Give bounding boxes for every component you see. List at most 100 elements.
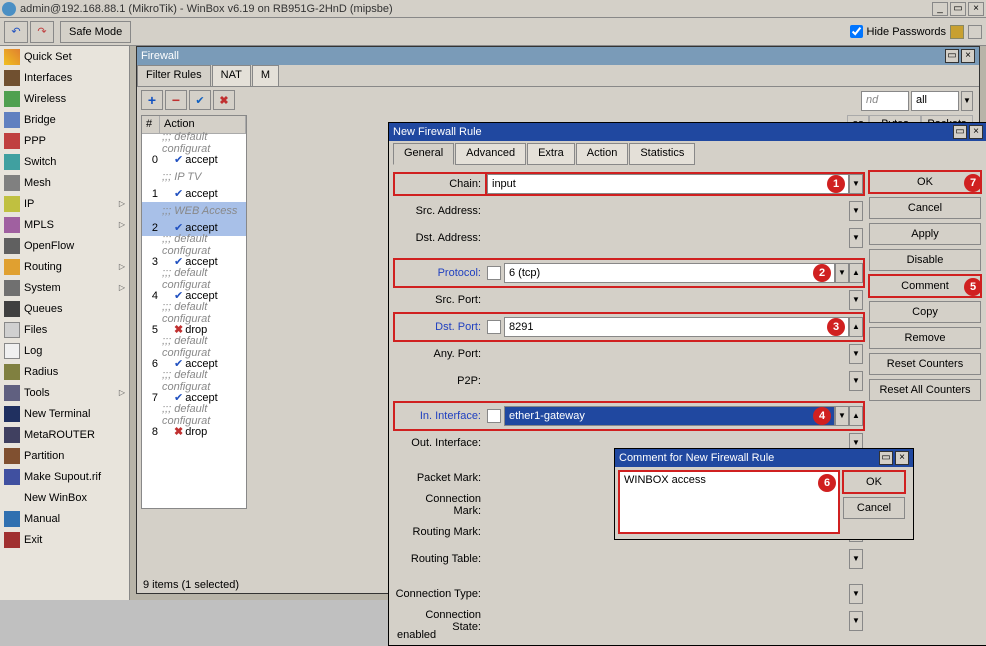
chain-input[interactable]: input (487, 174, 849, 194)
in-interface-neg-checkbox[interactable] (487, 409, 501, 423)
sidebar-item-label: New WinBox (24, 492, 87, 504)
sidebar-item-manual[interactable]: Manual (0, 508, 129, 529)
hide-passwords-checkbox[interactable] (850, 25, 863, 38)
sidebar-icon (4, 301, 20, 317)
nfr-tab-action[interactable]: Action (576, 143, 629, 165)
sidebar-item-new-winbox[interactable]: New WinBox (0, 487, 129, 508)
sidebar-item-metarouter[interactable]: MetaROUTER (0, 424, 129, 445)
sidebar-item-ppp[interactable]: PPP (0, 130, 129, 151)
nfr-close-button[interactable]: × (969, 125, 983, 139)
sidebar-item-routing[interactable]: Routing▷ (0, 256, 129, 277)
table-row-comment[interactable]: ;;; default configurat (142, 338, 246, 355)
sidebar-item-openflow[interactable]: OpenFlow (0, 235, 129, 256)
safe-mode-button[interactable]: Safe Mode (60, 21, 131, 43)
sidebar-item-interfaces[interactable]: Interfaces (0, 67, 129, 88)
p2p-expand-button[interactable]: ▼ (849, 371, 863, 391)
dst-port-input[interactable]: 8291 (504, 317, 849, 337)
sidebar-item-system[interactable]: System▷ (0, 277, 129, 298)
sidebar-item-files[interactable]: Files (0, 319, 129, 340)
badge-7: 7 (964, 174, 982, 192)
sidebar-icon (4, 406, 20, 422)
comment-textarea[interactable]: WINBOX access 6 (619, 471, 839, 533)
sidebar-item-wireless[interactable]: Wireless (0, 88, 129, 109)
table-row-comment[interactable]: ;;; default configurat (142, 270, 246, 287)
copy-button[interactable]: Copy (869, 301, 981, 323)
in-interface-dropdown-button[interactable]: ▼ (835, 406, 849, 426)
nfr-tab-advanced[interactable]: Advanced (455, 143, 526, 165)
table-row[interactable]: 1✔accept (142, 185, 246, 202)
apply-button[interactable]: Apply (869, 223, 981, 245)
table-row-comment[interactable]: ;;; WEB Access (142, 202, 246, 219)
filter-dropdown-button[interactable]: ▼ (961, 91, 973, 111)
sidebar-item-log[interactable]: Log (0, 340, 129, 361)
sidebar-item-quick-set[interactable]: Quick Set (0, 46, 129, 67)
table-row-comment[interactable]: ;;; default configurat (142, 304, 246, 321)
minimize-button[interactable]: _ (932, 2, 948, 16)
firewall-close-button[interactable]: × (961, 49, 975, 63)
sidebar-item-bridge[interactable]: Bridge (0, 109, 129, 130)
protocol-collapse-button[interactable]: ▲ (849, 263, 863, 283)
sidebar-item-partition[interactable]: Partition (0, 445, 129, 466)
src-port-expand-button[interactable]: ▼ (849, 290, 863, 310)
sidebar-item-make-supout-rif[interactable]: Make Supout.rif (0, 466, 129, 487)
comment-restore-button[interactable]: ▭ (879, 451, 893, 465)
src-address-expand-button[interactable]: ▼ (849, 201, 863, 221)
sidebar-item-switch[interactable]: Switch (0, 151, 129, 172)
sidebar-item-new-terminal[interactable]: New Terminal (0, 403, 129, 424)
sidebar-item-ip[interactable]: IP▷ (0, 193, 129, 214)
protocol-neg-checkbox[interactable] (487, 266, 501, 280)
nfr-tab-statistics[interactable]: Statistics (629, 143, 695, 165)
sidebar-item-exit[interactable]: Exit (0, 529, 129, 550)
filter-all-select[interactable]: all (911, 91, 959, 111)
close-button[interactable]: × (968, 2, 984, 16)
disable-button[interactable]: Disable (869, 249, 981, 271)
routing-table-expand-button[interactable]: ▼ (849, 549, 863, 569)
nfr-restore-button[interactable]: ▭ (953, 125, 967, 139)
redo-button[interactable]: ↷ (30, 21, 54, 43)
table-row-comment[interactable]: ;;; default configurat (142, 236, 246, 253)
ok-button[interactable]: OK 7 (869, 171, 981, 193)
dst-port-collapse-button[interactable]: ▲ (849, 317, 863, 337)
protocol-input[interactable]: 6 (tcp) (504, 263, 835, 283)
connection-type-expand-button[interactable]: ▼ (849, 584, 863, 604)
remove-button[interactable]: Remove (869, 327, 981, 349)
find-input[interactable]: nd (861, 91, 909, 111)
table-row-comment[interactable]: ;;; IP TV (142, 168, 246, 185)
tab-m[interactable]: M (252, 65, 279, 86)
table-row-comment[interactable]: ;;; default configurat (142, 134, 246, 151)
sidebar-item-radius[interactable]: Radius (0, 361, 129, 382)
nfr-tab-extra[interactable]: Extra (527, 143, 575, 165)
dst-port-neg-checkbox[interactable] (487, 320, 501, 334)
tab-filter-rules[interactable]: Filter Rules (137, 65, 211, 86)
in-interface-collapse-button[interactable]: ▲ (849, 406, 863, 426)
maximize-button[interactable]: ▭ (950, 2, 966, 16)
comment-close-button[interactable]: × (895, 451, 909, 465)
any-port-expand-button[interactable]: ▼ (849, 344, 863, 364)
sidebar-item-queues[interactable]: Queues (0, 298, 129, 319)
firewall-restore-button[interactable]: ▭ (945, 49, 959, 63)
in-interface-input[interactable]: ether1-gateway (504, 406, 835, 426)
table-row-comment[interactable]: ;;; default configurat (142, 372, 246, 389)
comment-cancel-button[interactable]: Cancel (843, 497, 905, 519)
remove-rule-button[interactable]: − (165, 90, 187, 110)
comment-button[interactable]: Comment 5 (869, 275, 981, 297)
sidebar-item-tools[interactable]: Tools▷ (0, 382, 129, 403)
add-rule-button[interactable]: + (141, 90, 163, 110)
disable-rule-button[interactable]: ✖ (213, 90, 235, 110)
sidebar-item-mesh[interactable]: Mesh (0, 172, 129, 193)
protocol-dropdown-button[interactable]: ▼ (835, 263, 849, 283)
connection-state-expand-button[interactable]: ▼ (849, 611, 863, 631)
col-number[interactable]: # (142, 116, 160, 133)
comment-ok-button[interactable]: OK (843, 471, 905, 493)
reset-counters-button[interactable]: Reset Counters (869, 353, 981, 375)
reset-all-counters-button[interactable]: Reset All Counters (869, 379, 981, 401)
undo-button[interactable]: ↶ (4, 21, 28, 43)
dst-address-expand-button[interactable]: ▼ (849, 228, 863, 248)
chain-dropdown-button[interactable]: ▼ (849, 174, 863, 194)
cancel-button[interactable]: Cancel (869, 197, 981, 219)
tab-nat[interactable]: NAT (212, 65, 251, 86)
table-row-comment[interactable]: ;;; default configurat (142, 406, 246, 423)
nfr-tab-general[interactable]: General (393, 143, 454, 165)
sidebar-item-mpls[interactable]: MPLS▷ (0, 214, 129, 235)
enable-rule-button[interactable]: ✔ (189, 90, 211, 110)
